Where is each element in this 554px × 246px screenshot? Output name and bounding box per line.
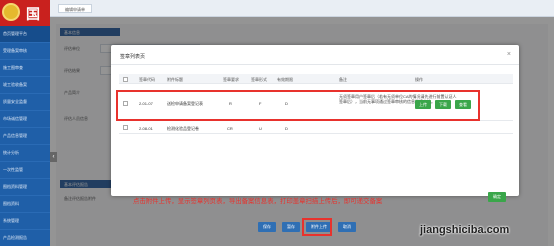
collapse-arrow-icon[interactable]: ‹ [50,152,57,162]
cancel-button[interactable]: 取消 [338,222,356,232]
sidebar-item[interactable]: 图档资料 [0,196,50,213]
cell-requirement: CR [227,126,233,131]
side-menu: 首页管理平台 受理备案审核 施工图审查 竣工验收备案 质量安全监督 市场诚信管理… [0,26,50,246]
column-header: 签章代码 [139,77,155,82]
emblem-icon [2,3,20,21]
column-header: 操作 [415,77,423,82]
logo-text: 国 [26,6,40,22]
row-highlight-frame [116,90,480,121]
modal-title: 签章列表页 [120,54,146,60]
sidebar-item[interactable]: 系统管理 [0,213,50,230]
close-icon[interactable]: × [507,51,511,58]
upload-highlight-frame [302,218,332,236]
sidebar: 国 首页管理平台 受理备案审核 施工图审查 竣工验收备案 质量安全监督 市场诚信… [0,0,50,246]
logo-bar: 国 [0,0,50,26]
instruction-annotation: 点击附件上传，显示签章列页表，导出备案信息表，打印盖章扫描上传后，即可递交备案 [133,198,383,205]
sidebar-item[interactable]: 竣工验收备案 [0,77,50,94]
sidebar-item[interactable]: 首页管理平台 [0,26,50,43]
sidebar-item[interactable]: 质量安全监督 [0,94,50,111]
cell-title: 检测化验品登记卷 [167,126,199,131]
sidebar-item[interactable]: 产品检测报告 [0,230,50,246]
draft-button[interactable]: 暂存 [282,222,300,232]
tab-edit-application[interactable]: 编辑申请单 [58,4,92,13]
app-window: 国 首页管理平台 受理备案审核 施工图审查 竣工验收备案 质量安全监督 市场诚信… [0,0,554,246]
column-header: 有效期限 [277,77,293,82]
sidebar-item[interactable]: 统计分析 [0,145,50,162]
column-header: 备注 [339,77,347,82]
sidebar-item[interactable]: 市场诚信管理 [0,111,50,128]
select-all-checkbox[interactable] [123,77,128,82]
cell-validity: D [285,126,288,131]
confirm-button[interactable]: 确定 [488,192,506,202]
row-checkbox[interactable] [123,125,128,130]
column-header: 附件标题 [167,77,183,82]
sidebar-item[interactable]: 图档资料管理 [0,179,50,196]
table-header: 签章代码 附件标题 签章要求 签章形式 有效期限 备注 操作 [119,74,513,84]
watermark: jiangshiciba.com [420,224,510,236]
table-row: 2-08-01 检测化验品登记卷 CR U D [119,122,513,134]
divider [111,64,519,65]
cell-code: 2-08-01 [139,126,153,131]
column-header: 签章形式 [251,77,267,82]
save-button[interactable]: 保存 [258,222,276,232]
sidebar-item[interactable]: 受理备案审核 [0,43,50,60]
column-header: 签章要求 [223,77,239,82]
top-bar: 编辑申请单 [50,0,554,17]
cell-form: U [259,126,262,131]
sidebar-item[interactable]: 产品信息管理 [0,128,50,145]
sidebar-item[interactable]: 施工图审查 [0,60,50,77]
sidebar-item[interactable]: 一次性监管 [0,162,50,179]
